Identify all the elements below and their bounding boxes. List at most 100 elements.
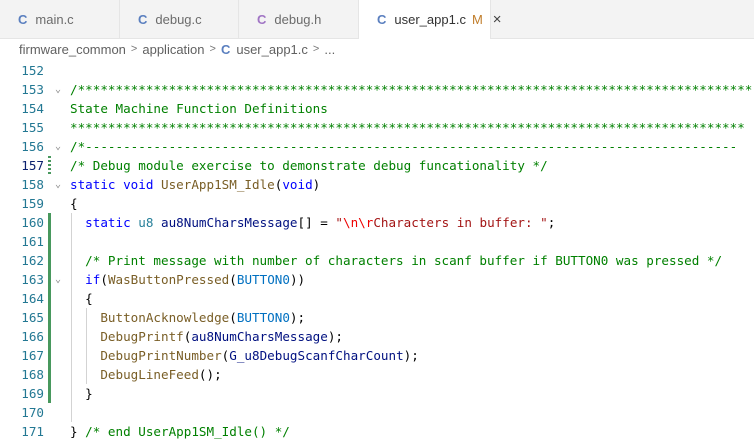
breadcrumb: firmware_common > application > Cuser_app1.c… [0, 38, 754, 60]
code-line[interactable]: 160 static u8 au8NumCharsMessage[] = "\n… [0, 213, 754, 232]
code-token: (); [198, 367, 222, 382]
code-text: { [70, 289, 93, 308]
git-change-marker[interactable] [48, 156, 51, 175]
code-token: State Machine Function Definitions [70, 101, 328, 116]
code-token: /*--------------------------------------… [70, 139, 738, 154]
code-text: } [70, 384, 93, 403]
code-line[interactable]: 162 /* Print message with number of char… [0, 251, 754, 270]
git-change-marker[interactable] [48, 308, 51, 327]
code-line[interactable]: 157 /* Debug module exercise to demonstra… [0, 156, 754, 175]
fold-chevron-icon[interactable]: ⌄ [55, 270, 65, 289]
close-icon[interactable]: × [493, 12, 502, 27]
tab-label: user_app1.c [394, 12, 466, 27]
code-line[interactable]: 170 [0, 403, 754, 422]
line-number: 170 [21, 405, 44, 420]
fold-chevron-icon[interactable]: ⌄ [55, 80, 65, 99]
code-text: ****************************************… [70, 118, 745, 137]
code-token: void [282, 177, 313, 192]
code-line[interactable]: 159 { [0, 194, 754, 213]
code-token: au8NumCharsMessage [161, 215, 298, 230]
tab-label: debug.c [155, 11, 202, 27]
code-line[interactable]: 167 DebugPrintNumber(G_u8DebugScanfCharC… [0, 346, 754, 365]
line-number: 161 [21, 234, 44, 249]
git-change-marker[interactable] [48, 213, 51, 232]
line-number: 157 [21, 158, 44, 173]
code-token: /* end UserApp1SM_Idle() */ [85, 424, 290, 439]
git-change-marker[interactable] [48, 327, 51, 346]
indent-guide [71, 213, 72, 422]
code-token: )) [289, 272, 306, 287]
code-text: /* Print message with number of characte… [70, 251, 722, 270]
code-token: UserApp1SM_Idle [161, 177, 275, 192]
line-number: 164 [21, 291, 44, 306]
c-file-icon: C [257, 11, 267, 27]
c-file-icon: C [377, 12, 387, 27]
code-line[interactable]: 169 } [0, 384, 754, 403]
line-number: 154 [21, 101, 44, 116]
code-line[interactable]: 156 ⌄ /*----------------------------------… [0, 137, 754, 156]
code-line[interactable]: 154 State Machine Function Definitions [0, 99, 754, 118]
code-token: Characters in buffer: " [373, 215, 548, 230]
modified-indicator: M [471, 12, 483, 27]
code-line[interactable]: 171} /* end UserApp1SM_Idle() */ [0, 422, 754, 441]
line-number: 153 [21, 82, 44, 97]
code-token: ) [312, 177, 321, 192]
code-token: \n\r [343, 215, 374, 230]
code-line[interactable]: 165 ButtonAcknowledge(BUTTON0); [0, 308, 754, 327]
code-editor[interactable]: 152 153 ⌄ /********************************… [0, 60, 754, 444]
git-change-marker[interactable] [48, 270, 51, 289]
breadcrumb-item[interactable]: user_app1.c [236, 42, 308, 57]
code-line[interactable]: 163 ⌄ if(WasButtonPressed(BUTTON0)) [0, 270, 754, 289]
code-line[interactable]: 164 { [0, 289, 754, 308]
tab-bar: Cmain.c Cdebug.c Cdebug.h Cuser_app1.c M × [0, 0, 754, 39]
code-token: ****************************************… [70, 120, 745, 135]
line-number: 165 [21, 310, 44, 325]
code-token: static [70, 215, 139, 230]
breadcrumb-item[interactable]: ... [324, 42, 335, 57]
code-token: void [123, 177, 161, 192]
code-line[interactable]: 155 *************************************… [0, 118, 754, 137]
code-text: /*--------------------------------------… [70, 137, 737, 156]
line-number: 169 [21, 386, 44, 401]
code-token: u8 [138, 215, 161, 230]
code-token: ( [100, 272, 108, 287]
code-token: { [70, 291, 93, 306]
line-number: 166 [21, 329, 44, 344]
git-change-marker[interactable] [48, 384, 51, 403]
code-line[interactable]: 158 ⌄ static void UserApp1SM_Idle(void) [0, 175, 754, 194]
fold-chevron-icon[interactable]: ⌄ [55, 175, 65, 194]
line-number: 171 [21, 424, 44, 439]
tab-main-c[interactable]: Cmain.c [0, 0, 120, 38]
code-line[interactable]: 168 DebugLineFeed(); [0, 365, 754, 384]
c-file-icon: C [138, 11, 148, 27]
code-token: BUTTON0 [236, 310, 290, 325]
line-number: 168 [21, 367, 44, 382]
line-number: 163 [21, 272, 44, 287]
git-change-marker[interactable] [48, 232, 51, 251]
chevron-right-icon: > [312, 43, 320, 55]
tab-debug-c[interactable]: Cdebug.c [120, 0, 239, 38]
code-text: /***************************************… [70, 80, 752, 99]
line-number: 155 [21, 120, 44, 135]
code-token: WasButtonPressed [107, 272, 230, 287]
git-change-marker[interactable] [48, 251, 51, 270]
git-change-marker[interactable] [48, 346, 51, 365]
code-text: DebugPrintNumber(G_u8DebugScanfCharCount… [70, 346, 418, 365]
git-change-marker[interactable] [48, 289, 51, 308]
code-line[interactable]: 166 DebugPrintf(au8NumCharsMessage); [0, 327, 754, 346]
code-text: static u8 au8NumCharsMessage[] = "\n\rCh… [70, 213, 555, 232]
tab-user-app1-c[interactable]: Cuser_app1.c M × [359, 0, 502, 39]
indent-guide [86, 308, 88, 384]
git-change-marker[interactable] [48, 365, 51, 384]
code-token: DebugPrintf [100, 329, 184, 344]
code-line[interactable]: 161 [0, 232, 754, 251]
tab-debug-h[interactable]: Cdebug.h [239, 0, 359, 38]
code-line[interactable]: 153 ⌄ /***********************************… [0, 80, 754, 99]
code-line[interactable]: 152 [0, 61, 754, 80]
fold-chevron-icon[interactable]: ⌄ [55, 137, 65, 156]
breadcrumb-item[interactable]: firmware_common [19, 42, 126, 57]
breadcrumb-item[interactable]: application [142, 42, 204, 57]
